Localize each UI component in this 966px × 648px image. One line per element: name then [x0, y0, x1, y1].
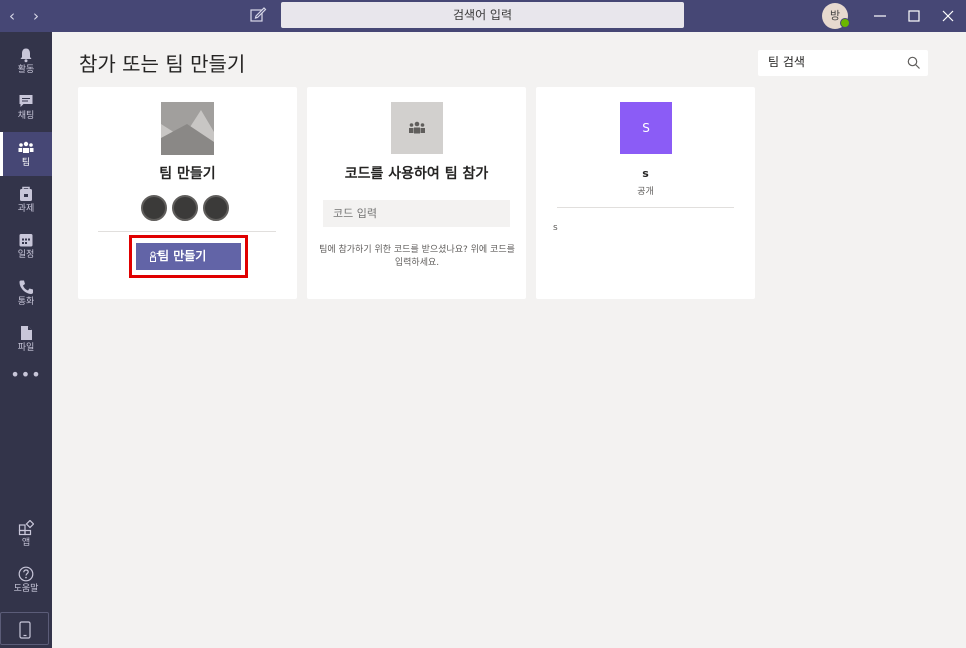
create-team-button-label: 팀 만들기	[158, 249, 207, 263]
more-apps-icon[interactable]: •••	[0, 365, 52, 384]
rail-item-label: 팀	[21, 158, 31, 168]
rail-item-label: 과제	[17, 204, 35, 214]
rail-item-label: 활동	[17, 65, 35, 75]
rail-item-assignments[interactable]: 과제	[0, 178, 52, 222]
member-avatar	[172, 195, 198, 221]
team-name: s	[642, 167, 649, 180]
mobile-device-button[interactable]	[0, 612, 49, 645]
phone-device-icon	[19, 621, 31, 639]
team-search-placeholder: 팀 검색	[768, 55, 805, 69]
compose-icon[interactable]	[249, 6, 267, 24]
create-team-card: 팀 만들기 팀 만들기	[78, 87, 297, 299]
page-title: 참가 또는 팀 만들기	[79, 52, 246, 76]
file-icon	[21, 326, 32, 340]
rail-item-label: 통화	[17, 297, 35, 307]
rail-item-calendar[interactable]: 일정	[0, 224, 52, 268]
teams-icon	[18, 141, 34, 153]
chat-icon	[19, 95, 33, 107]
rail-item-label: 파일	[17, 343, 35, 353]
team-card-s[interactable]: S s 공개 s	[536, 87, 755, 299]
add-team-icon	[150, 251, 162, 262]
create-team-button[interactable]: 팀 만들기	[136, 243, 241, 270]
rail-item-help[interactable]: 도움말	[0, 558, 52, 602]
join-team-title: 코드를 사용하여 팀 참가	[344, 166, 489, 182]
rail-item-teams[interactable]: 팀	[0, 132, 52, 176]
rail-item-label: 채팅	[17, 111, 35, 121]
rail-item-chat[interactable]: 채팅	[0, 85, 52, 129]
code-input[interactable]	[323, 200, 510, 227]
back-arrow-icon[interactable]: ‹	[2, 6, 22, 26]
calendar-icon	[19, 234, 33, 247]
create-team-title: 팀 만들기	[159, 166, 216, 182]
presence-available-icon	[840, 18, 850, 28]
apps-icon	[18, 520, 34, 536]
card-divider	[98, 231, 276, 232]
rail-item-label: 도움말	[13, 584, 39, 594]
join-code-image	[391, 102, 443, 154]
rail-item-apps[interactable]: 앱	[0, 512, 52, 556]
highlight-box: 팀 만들기	[129, 235, 248, 278]
help-icon	[18, 566, 34, 582]
join-team-card: 코드를 사용하여 팀 참가 팀에 참가하기 위한 코드를 받으셨나요? 위에 코…	[307, 87, 526, 299]
maximize-icon[interactable]	[904, 6, 924, 26]
member-avatar	[203, 195, 229, 221]
title-bar: ‹ › 검색어 입력 방	[0, 0, 966, 32]
assignments-icon	[20, 186, 32, 201]
team-visibility: 공개	[637, 187, 654, 197]
team-description: s	[553, 223, 558, 233]
member-avatars	[141, 195, 234, 221]
member-avatar	[141, 195, 167, 221]
rail-item-label: 일정	[17, 250, 35, 260]
people-group-icon	[409, 121, 425, 134]
rail-item-activity[interactable]: 활동	[0, 39, 52, 83]
card-divider	[557, 207, 734, 208]
minimize-icon[interactable]	[870, 6, 890, 26]
bell-icon	[20, 48, 32, 63]
search-icon[interactable]	[907, 56, 920, 69]
join-help-text: 팀에 참가하기 위한 코드를 받으셨나요? 위에 코드를 입력하세요.	[319, 245, 515, 268]
forward-arrow-icon[interactable]: ›	[26, 6, 46, 26]
phone-icon	[19, 280, 33, 294]
team-placeholder-image	[161, 102, 214, 155]
close-icon[interactable]	[938, 6, 958, 26]
search-input[interactable]: 검색어 입력	[281, 2, 684, 28]
rail-item-label: 앱	[21, 538, 31, 548]
rail-item-files[interactable]: 파일	[0, 317, 52, 361]
app-rail: 활동 채팅 팀 과제 일정 통화 파일 ••• 앱 도움말	[0, 32, 52, 648]
team-search-input[interactable]: 팀 검색	[758, 50, 928, 76]
rail-item-calls[interactable]: 통화	[0, 271, 52, 315]
team-avatar: S	[620, 102, 672, 154]
